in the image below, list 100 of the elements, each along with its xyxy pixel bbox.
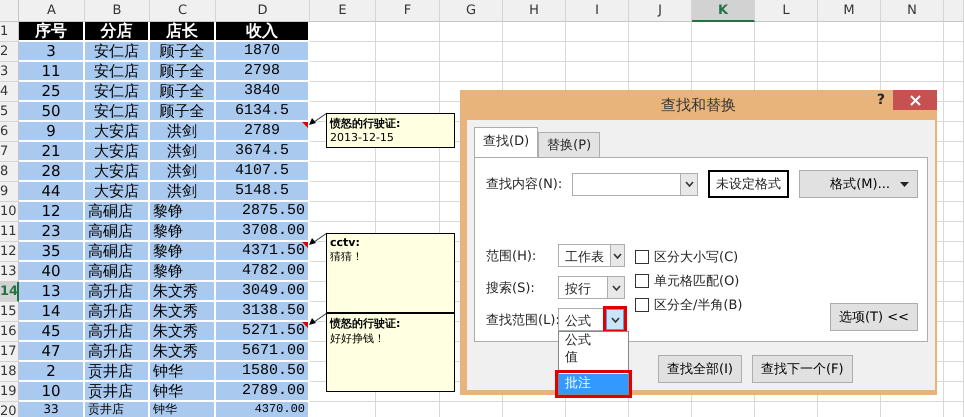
dropdown-item[interactable]: 值 xyxy=(559,349,628,366)
table-cell: 3708.00 xyxy=(216,222,310,242)
table-cell: 安仁店 xyxy=(85,42,150,62)
row-header[interactable]: 8 xyxy=(0,162,19,182)
row-header[interactable]: 4 xyxy=(0,82,19,102)
table-cell: 黎铮 xyxy=(150,222,216,242)
table-cell: 钟华 xyxy=(150,382,216,402)
column-header[interactable]: L xyxy=(755,0,818,22)
row-header[interactable]: 5 xyxy=(0,102,19,122)
table-cell: 45 xyxy=(19,322,85,342)
row-header[interactable]: 9 xyxy=(0,182,19,202)
row-header[interactable]: 14 xyxy=(0,282,19,302)
row-header[interactable]: 11 xyxy=(0,222,19,242)
row-header[interactable]: 12 xyxy=(0,242,19,262)
comment-text: 猜猜！ xyxy=(330,249,364,264)
column-header[interactable]: G xyxy=(440,0,503,22)
row-header[interactable]: 20 xyxy=(0,402,19,417)
options-button[interactable]: 选项(T) << xyxy=(830,303,918,331)
table-cell: 顾子全 xyxy=(150,42,216,62)
table-cell: 13 xyxy=(19,282,85,302)
table-cell: 安仁店 xyxy=(85,82,150,102)
table-cell: 高硐店 xyxy=(85,262,150,282)
chevron-down-icon xyxy=(612,284,620,290)
row-header[interactable]: 18 xyxy=(0,362,19,382)
format-button[interactable]: 格式(M)... xyxy=(799,170,918,198)
column-header[interactable]: N xyxy=(881,0,944,22)
column-header[interactable]: K xyxy=(692,0,755,22)
table-cell: 顾子全 xyxy=(150,62,216,82)
tab[interactable]: 查找(D) xyxy=(474,127,538,157)
table-cell: 钟华 xyxy=(150,362,216,382)
dropdown[interactable]: 公式 xyxy=(558,308,625,331)
format-preview: 未设定格式 xyxy=(708,170,790,198)
header-cell: 收入 xyxy=(216,22,310,42)
table-cell: 贡井店 xyxy=(85,402,150,417)
checkbox-label: 区分大小写(C) xyxy=(654,249,738,266)
table-cell: 3 xyxy=(19,42,85,62)
comment-author: 愤怒的行驶证: xyxy=(330,316,402,331)
header-cell: 分店 xyxy=(85,22,150,42)
table-cell: 洪剑 xyxy=(150,162,216,182)
row-header[interactable]: 1 xyxy=(0,22,19,42)
table-cell: 贡井店 xyxy=(85,362,150,382)
column-header[interactable]: H xyxy=(503,0,566,22)
column-header[interactable]: E xyxy=(310,0,376,22)
row-header[interactable]: 17 xyxy=(0,342,19,362)
field-label: 搜索(S): xyxy=(486,280,536,296)
table-cell: 33 xyxy=(19,402,85,417)
table-cell: 洪剑 xyxy=(150,122,216,142)
table-cell: 1870 xyxy=(216,42,310,62)
table-cell: 2789.00 xyxy=(216,382,310,402)
column-header[interactable]: M xyxy=(818,0,881,22)
row-header[interactable]: 10 xyxy=(0,202,19,222)
window-title: 查找和替换 xyxy=(661,96,736,114)
table-cell: 顾子全 xyxy=(150,102,216,122)
table-cell: 黎铮 xyxy=(150,202,216,222)
dialog-button[interactable]: 查找下一个(F) xyxy=(752,355,853,383)
chevron-down-icon xyxy=(613,252,622,258)
input-field[interactable] xyxy=(572,172,698,196)
row-header[interactable]: 15 xyxy=(0,302,19,322)
table-cell: 钟华 xyxy=(150,402,216,417)
table-cell: 高升店 xyxy=(85,342,150,362)
close-button[interactable] xyxy=(893,90,937,110)
table-cell: 4370.00 xyxy=(216,402,310,417)
help-button[interactable]: ? xyxy=(876,92,885,108)
table-cell: 5148.5 xyxy=(216,182,310,202)
column-header[interactable]: I xyxy=(566,0,629,22)
checkbox[interactable] xyxy=(635,250,649,264)
dropdown-item[interactable]: 公式 xyxy=(559,332,628,349)
row-header[interactable]: 7 xyxy=(0,142,19,162)
table-cell: 2798 xyxy=(216,62,310,82)
dropdown[interactable]: 按行 xyxy=(558,276,625,299)
table-cell: 40 xyxy=(19,262,85,282)
row-header[interactable]: 16 xyxy=(0,322,19,342)
checkbox[interactable] xyxy=(635,298,649,312)
table-cell: 高升店 xyxy=(85,322,150,342)
column-header[interactable]: F xyxy=(376,0,440,22)
table-cell: 朱文秀 xyxy=(150,322,216,342)
table-cell: 3840 xyxy=(216,82,310,102)
table-cell: 5671.00 xyxy=(216,342,310,362)
dialog-button[interactable]: 查找全部(I) xyxy=(658,355,742,383)
table-cell: 贡井店 xyxy=(85,382,150,402)
row-header[interactable]: 13 xyxy=(0,262,19,282)
tab[interactable]: 替换(P) xyxy=(538,132,600,157)
table-cell: 4371.50 xyxy=(216,242,310,262)
row-header[interactable]: 19 xyxy=(0,382,19,402)
dropdown[interactable]: 工作表 xyxy=(558,244,625,267)
table-cell: 50 xyxy=(19,102,85,122)
table-cell: 高升店 xyxy=(85,302,150,322)
chevron-down-icon xyxy=(610,316,620,322)
row-header[interactable]: 3 xyxy=(0,62,19,82)
table-cell: 大安店 xyxy=(85,122,150,142)
table-cell: 高升店 xyxy=(85,282,150,302)
chevron-down-icon xyxy=(684,181,694,187)
table-cell: 23 xyxy=(19,222,85,242)
row-header[interactable]: 6 xyxy=(0,122,19,142)
table-cell: 朱文秀 xyxy=(150,302,216,322)
checkbox-label: 单元格匹配(O) xyxy=(654,273,740,290)
table-cell: 高硐店 xyxy=(85,242,150,262)
table-cell: 2789 xyxy=(216,122,310,142)
checkbox[interactable] xyxy=(635,274,649,288)
row-header[interactable]: 2 xyxy=(0,42,19,62)
